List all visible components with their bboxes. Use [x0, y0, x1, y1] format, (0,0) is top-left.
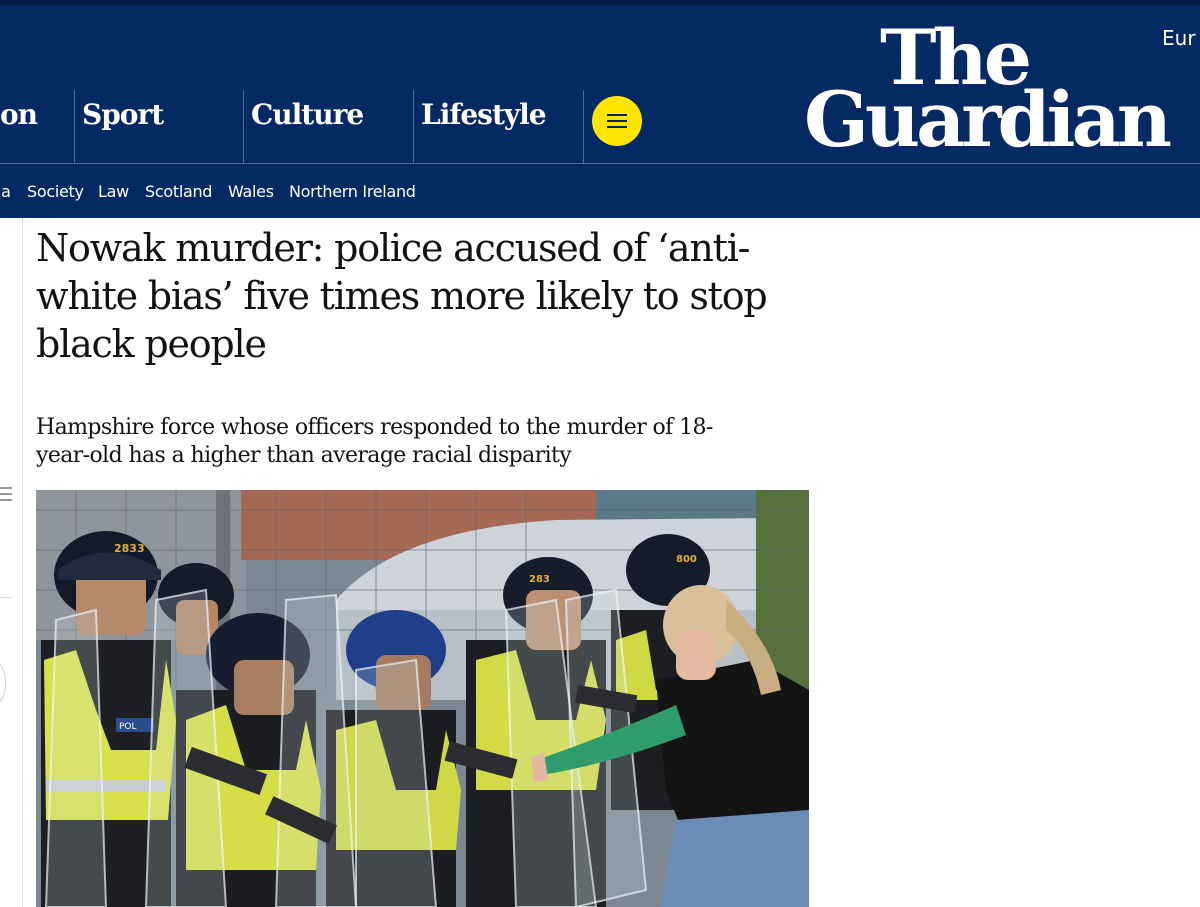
helmet-number-1: 2833: [114, 542, 145, 555]
subnav-item-wales[interactable]: Wales: [228, 182, 274, 201]
pillar-culture[interactable]: Culture: [243, 90, 413, 163]
logo-line-guardian: Guardian: [804, 75, 1172, 163]
list-icon[interactable]: [0, 487, 12, 505]
edition-selector[interactable]: Eur: [1162, 26, 1196, 50]
helmet-number-3: 800: [676, 554, 697, 565]
officer-badge: POL: [119, 722, 137, 732]
left-rail-divider: [0, 597, 12, 598]
subnav-item-northern-ireland[interactable]: Northern Ireland: [289, 182, 416, 201]
pillar-label: Sport: [82, 98, 164, 131]
pillar-label: Culture: [251, 98, 364, 131]
article-main-image[interactable]: POL 2833 283 800: [36, 490, 809, 907]
helmet-number-2: 283: [529, 574, 550, 585]
sub-navigation: ia Society Law Scotland Wales Northern I…: [0, 164, 1200, 218]
left-column-rule: [22, 218, 23, 907]
pillar-sport[interactable]: Sport: [74, 90, 243, 163]
hamburger-icon: [592, 96, 642, 146]
masthead: Eur The Guardian on Sport Culture Lifest…: [0, 6, 1200, 163]
left-rail-circle: [0, 662, 6, 704]
police-line-photo: POL 2833 283 800: [36, 490, 809, 907]
pillar-label: on: [0, 98, 38, 131]
menu-button[interactable]: [583, 90, 658, 163]
subnav-item-scotland[interactable]: Scotland: [145, 182, 212, 201]
pillar-label: Lifestyle: [421, 98, 547, 131]
subnav-item-media[interactable]: ia: [0, 182, 11, 201]
article-headline: Nowak murder: police accused of ‘anti-wh…: [36, 226, 768, 366]
subnav-item-law[interactable]: Law: [98, 182, 129, 201]
subnav-item-society[interactable]: Society: [27, 182, 84, 201]
article-standfirst: Hampshire force whose officers responded…: [36, 415, 713, 468]
pillar-opinion[interactable]: on: [0, 90, 73, 163]
pillar-lifestyle[interactable]: Lifestyle: [413, 90, 583, 163]
